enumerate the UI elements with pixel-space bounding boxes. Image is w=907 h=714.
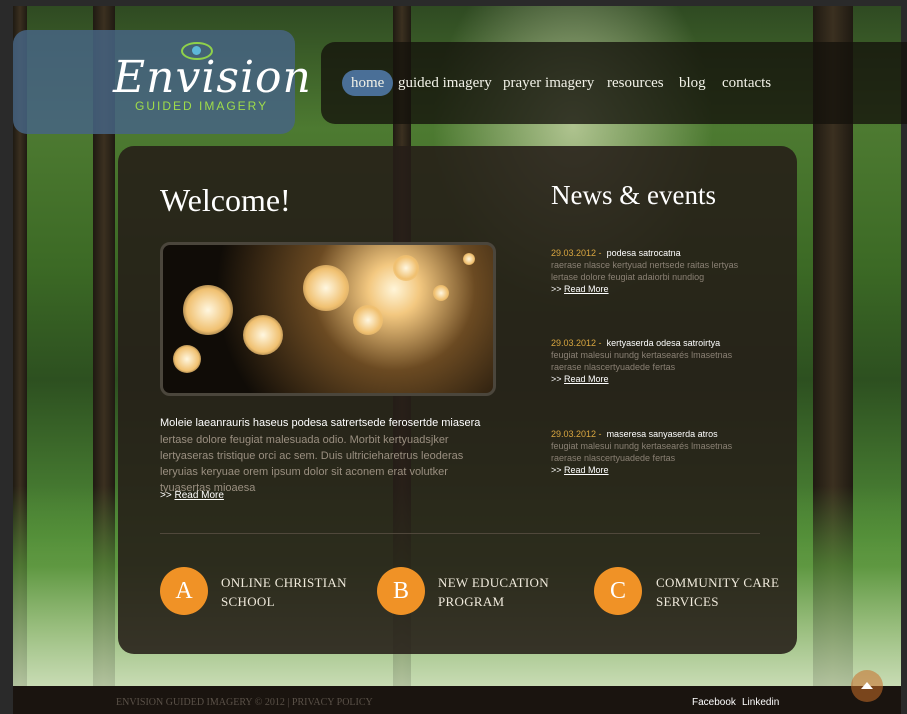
news-item: 29.03.2012 - kertyaserda odesa satroirty…	[551, 337, 761, 385]
welcome-read-more[interactable]: >> Read More	[160, 490, 224, 501]
news-date: 29.03.2012 -	[551, 429, 602, 439]
nav-item-contacts[interactable]: contacts	[722, 70, 771, 96]
news-read-more[interactable]: >> Read More	[551, 373, 761, 385]
news-body: feugiat malesui nundg kertasearés lmaset…	[551, 441, 733, 463]
feature-line: SERVICES	[656, 594, 719, 609]
read-more-arrow: >>	[551, 284, 562, 294]
news-title: News & events	[551, 180, 716, 210]
feature-link-online-christian-school[interactable]: ONLINE CHRISTIAN SCHOOL	[221, 573, 347, 611]
read-more-arrow: >>	[551, 374, 562, 384]
bokeh-light	[173, 345, 201, 373]
news-date: 29.03.2012 -	[551, 248, 602, 258]
read-more-link[interactable]: Read More	[564, 465, 609, 475]
feature-link-new-education-program[interactable]: NEW EDUCATION PROGRAM	[438, 573, 549, 611]
bokeh-light	[303, 265, 349, 311]
welcome-title: Welcome!	[160, 182, 291, 218]
privacy-policy-link[interactable]: PRIVACY POLICY	[292, 697, 373, 708]
feature-line: COMMUNITY CARE	[656, 575, 780, 590]
footer-copyright: ENVISION GUIDED IMAGERY © 2012 | PRIVACY…	[116, 697, 373, 708]
feature-line: PROGRAM	[438, 594, 505, 609]
news-date: 29.03.2012 -	[551, 338, 602, 348]
read-more-arrow: >>	[160, 490, 172, 501]
bokeh-light	[183, 285, 233, 335]
linkedin-link[interactable]: Linkedin	[742, 697, 779, 708]
news-headline: kertyaserda odesa satroirtya	[606, 338, 721, 348]
feature-line: SCHOOL	[221, 594, 275, 609]
welcome-body-text: lertase dolore feugiat malesuada odio. M…	[160, 434, 464, 494]
news-body: raerase nlasce kertyuad nertsede raitas …	[551, 260, 739, 282]
nav-item-prayer-imagery[interactable]: prayer imagery	[503, 70, 594, 96]
news-read-more[interactable]: >> Read More	[551, 283, 761, 295]
logo-tagline: GUIDED IMAGERY	[135, 99, 269, 113]
feature-badge-b: B	[377, 567, 425, 615]
read-more-link[interactable]: Read More	[564, 284, 609, 294]
news-headline: podesa satrocatna	[606, 248, 681, 258]
feature-line: ONLINE CHRISTIAN	[221, 575, 347, 590]
nav-item-blog[interactable]: blog	[679, 70, 706, 96]
bokeh-light	[463, 253, 475, 265]
feature-badge-c: C	[594, 567, 642, 615]
nav-item-guided-imagery[interactable]: guided imagery	[398, 70, 492, 96]
bokeh-light	[433, 285, 449, 301]
news-item: 29.03.2012 - podesa satrocatna raerase n…	[551, 247, 761, 295]
welcome-lead-text: Moleie laeanrauris haseus podesa satrert…	[160, 417, 481, 429]
nav-item-home[interactable]: home	[342, 70, 394, 96]
logo-panel[interactable]: Envision GUIDED IMAGERY	[13, 30, 311, 134]
news-headline: maseresa sanyaserda atros	[606, 429, 718, 439]
candles-photo	[160, 242, 496, 396]
feature-badge-a: A	[160, 567, 208, 615]
section-divider	[160, 533, 760, 534]
read-more-arrow: >>	[551, 465, 562, 475]
news-item: 29.03.2012 - maseresa sanyaserda atros f…	[551, 428, 761, 476]
news-body: feugiat malesui nundg kertasearés lmaset…	[551, 350, 733, 372]
logo-text: Envision	[113, 52, 312, 103]
read-more-link[interactable]: Read More	[564, 374, 609, 384]
nav-item-resources[interactable]: resources	[607, 70, 664, 96]
footer-separator: |	[287, 697, 290, 708]
news-read-more[interactable]: >> Read More	[551, 464, 761, 476]
scroll-to-top-icon[interactable]	[851, 670, 883, 702]
feature-link-community-care-services[interactable]: COMMUNITY CARE SERVICES	[656, 573, 779, 611]
bokeh-light	[243, 315, 283, 355]
feature-line: NEW EDUCATION	[438, 575, 549, 590]
facebook-link[interactable]: Facebook	[692, 697, 736, 708]
copyright-text: ENVISION GUIDED IMAGERY © 2012	[116, 697, 285, 708]
bokeh-light	[393, 255, 419, 281]
bokeh-light	[353, 305, 383, 335]
read-more-link[interactable]: Read More	[174, 490, 223, 501]
